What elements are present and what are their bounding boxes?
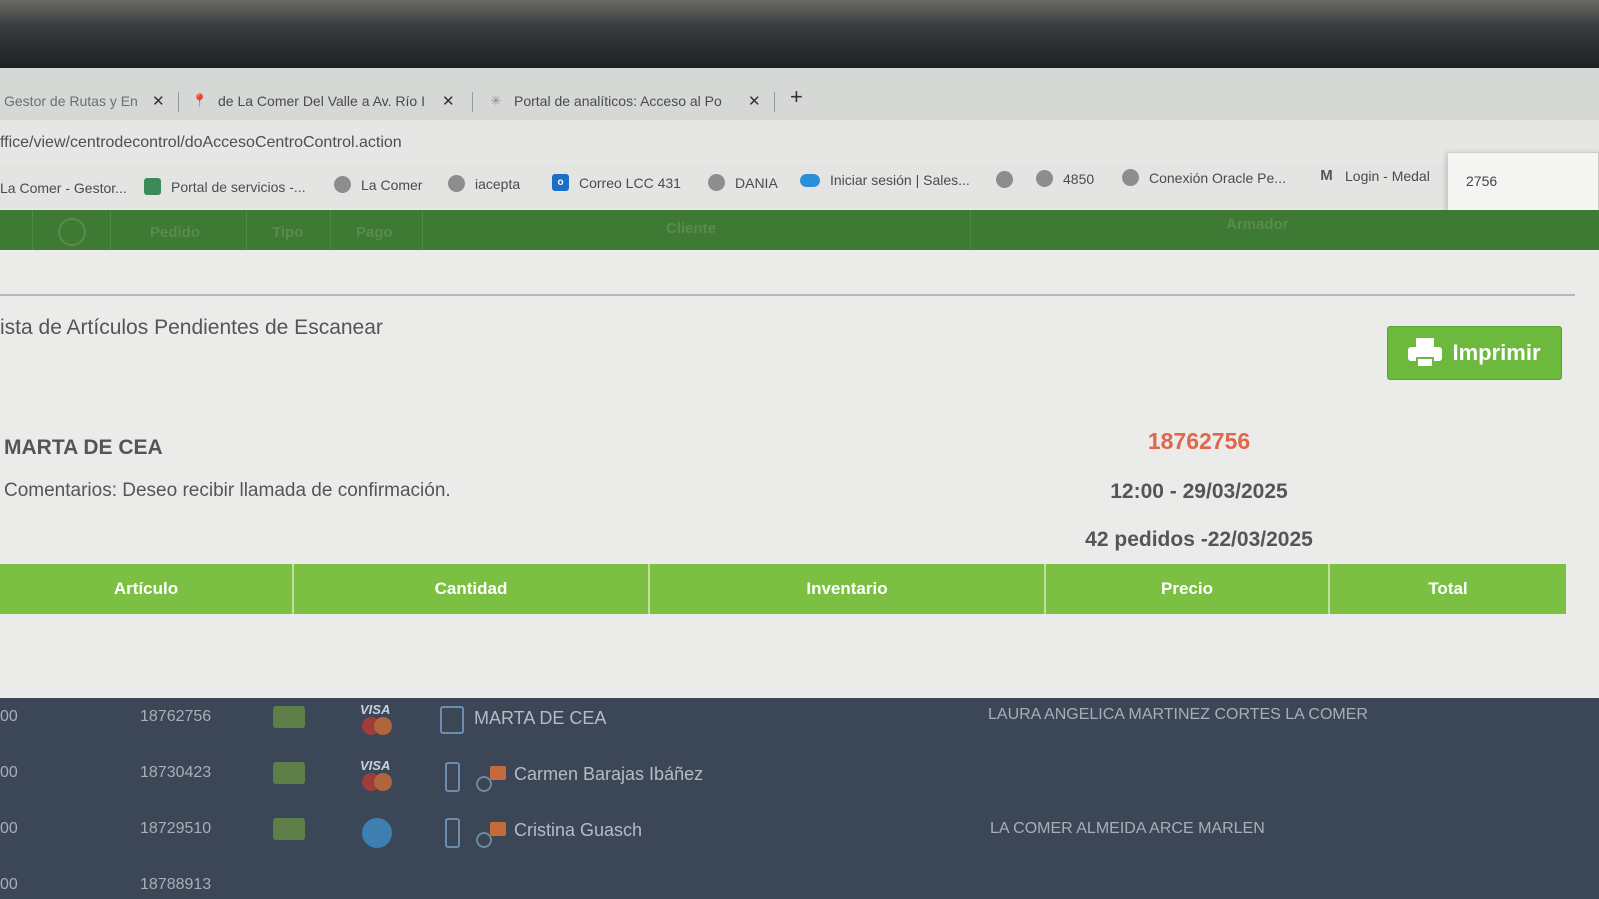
print-button-label: Imprimir bbox=[1452, 340, 1541, 365]
table-row[interactable]: 00 18729510 Cristina Guasch LA COMER ALM… bbox=[0, 810, 1599, 866]
medal-icon: M bbox=[1320, 167, 1333, 184]
tab-maps[interactable]: 📍 de La Comer Del Valle a Av. Río I ✕ bbox=[192, 84, 462, 118]
close-icon[interactable]: ✕ bbox=[152, 92, 165, 110]
visa-icon: VISA bbox=[360, 702, 394, 736]
mobile-icon bbox=[445, 818, 460, 848]
table-row[interactable]: 00 18788913 bbox=[0, 866, 1599, 899]
divider bbox=[0, 294, 1575, 296]
find-popup[interactable]: 2756 bbox=[1447, 152, 1599, 212]
items-table-header: Artículo Cantidad Inventario Precio Tota… bbox=[0, 564, 1566, 614]
pending-items-modal: ista de Artículos Pendientes de Escanear… bbox=[0, 250, 1599, 698]
tab-label: Gestor de Rutas y En bbox=[4, 93, 138, 109]
visa-icon: VISA bbox=[360, 758, 394, 792]
bookmark-dania[interactable]: DANIA bbox=[708, 174, 778, 191]
bookmark-oracle[interactable]: Conexión Oracle Pe... bbox=[1122, 169, 1286, 186]
globe-icon bbox=[334, 176, 351, 193]
header-cantidad[interactable]: Cantidad bbox=[294, 564, 650, 614]
header-total[interactable]: Total bbox=[1330, 564, 1566, 614]
bookmark-medal[interactable]: M Login - Medal bbox=[1318, 167, 1430, 184]
tab-label: de La Comer Del Valle a Av. Río I bbox=[218, 93, 425, 109]
loading-icon: ✳ bbox=[490, 93, 502, 108]
header-precio[interactable]: Precio bbox=[1046, 564, 1330, 614]
table-row[interactable]: 00 18730423 VISA Carmen Barajas Ibáñez bbox=[0, 754, 1599, 810]
address-bar[interactable]: ffice/view/centrodecontrol/doAccesoCentr… bbox=[0, 120, 1599, 164]
bookmark-globe[interactable] bbox=[996, 171, 1023, 188]
print-button[interactable]: Imprimir bbox=[1387, 326, 1562, 380]
bookmarks-bar: La Comer - Gestor... Portal de servicios… bbox=[0, 164, 1599, 208]
delivery-bike-icon bbox=[476, 766, 510, 792]
mobile-icon bbox=[445, 762, 460, 792]
globe-icon bbox=[996, 171, 1013, 188]
orders-summary: 42 pedidos -22/03/2025 bbox=[1085, 528, 1313, 551]
outlook-icon: o bbox=[552, 174, 569, 191]
order-number: 18762756 bbox=[1147, 428, 1251, 454]
globe-icon bbox=[708, 174, 725, 191]
tab-portal-analiticos[interactable]: ✳ Portal de analíticos: Acceso al Po ✕ bbox=[488, 84, 768, 118]
column-tipo: Tipo bbox=[272, 224, 304, 241]
maps-pin-icon: 📍 bbox=[191, 93, 209, 108]
close-icon[interactable]: ✕ bbox=[442, 92, 455, 110]
url-text[interactable]: ffice/view/centrodecontrol/doAccesoCentr… bbox=[0, 134, 402, 152]
column-pedido: Pedido bbox=[150, 224, 201, 241]
order-comments: Comentarios: Deseo recibir llamada de co… bbox=[4, 480, 451, 501]
modal-title: ista de Artículos Pendientes de Escanear bbox=[0, 316, 383, 339]
cloud-icon bbox=[800, 173, 820, 187]
monitor-bezel bbox=[0, 0, 1599, 72]
new-tab-icon[interactable]: + bbox=[790, 84, 803, 110]
globe-icon bbox=[1122, 169, 1139, 186]
orders-table-body: 00 18762756 VISA MARTA DE CEA LAURA ANGE… bbox=[0, 698, 1599, 899]
desktop-icon bbox=[440, 706, 464, 734]
column-cliente: Cliente bbox=[666, 220, 717, 237]
delivery-bike-icon bbox=[476, 822, 510, 848]
tab-gestor-rutas[interactable]: Gestor de Rutas y En ✕ bbox=[4, 84, 174, 118]
bookmark-la-comer[interactable]: La Comer bbox=[334, 176, 422, 193]
tab-label: Portal de analíticos: Acceso al Po bbox=[514, 93, 722, 109]
bookmark-iacepta[interactable]: iacepta bbox=[448, 175, 520, 192]
bookmark-4850[interactable]: 4850 bbox=[1036, 170, 1094, 187]
orders-table-header: Pedido Tipo Pago Cliente Armador bbox=[0, 210, 1599, 250]
close-icon[interactable]: ✕ bbox=[748, 92, 761, 110]
truck-icon bbox=[273, 706, 305, 728]
customer-name: MARTA DE CEA bbox=[4, 436, 163, 459]
payment-method-icon bbox=[362, 818, 392, 848]
printer-icon bbox=[1408, 338, 1443, 368]
square-app-icon bbox=[144, 178, 161, 195]
table-row[interactable]: 00 18762756 VISA MARTA DE CEA LAURA ANGE… bbox=[0, 698, 1599, 754]
column-pago: Pago bbox=[356, 224, 393, 241]
bookmark-portal-servicios[interactable]: Portal de servicios -... bbox=[144, 178, 306, 195]
globe-icon bbox=[448, 175, 465, 192]
truck-icon bbox=[273, 818, 305, 840]
find-input-value[interactable]: 2756 bbox=[1466, 173, 1497, 189]
globe-icon bbox=[1036, 170, 1053, 187]
bookmark-salesforce[interactable]: Iniciar sesión | Sales... bbox=[800, 172, 970, 188]
delivery-slot: 12:00 - 29/03/2025 bbox=[1110, 480, 1288, 503]
browser-window: Gestor de Rutas y En ✕ 📍 de La Comer Del… bbox=[0, 68, 1599, 899]
truck-icon bbox=[273, 762, 305, 784]
tab-strip: Gestor de Rutas y En ✕ 📍 de La Comer Del… bbox=[0, 68, 1599, 120]
bookmark-la-comer-gestor[interactable]: La Comer - Gestor... bbox=[0, 180, 127, 196]
bookmark-correo[interactable]: o Correo LCC 431 bbox=[552, 174, 681, 191]
header-inventario[interactable]: Inventario bbox=[650, 564, 1046, 614]
clock-icon bbox=[58, 218, 86, 246]
header-articulo[interactable]: Artículo bbox=[0, 564, 294, 614]
column-armador: Armador bbox=[1226, 216, 1289, 233]
